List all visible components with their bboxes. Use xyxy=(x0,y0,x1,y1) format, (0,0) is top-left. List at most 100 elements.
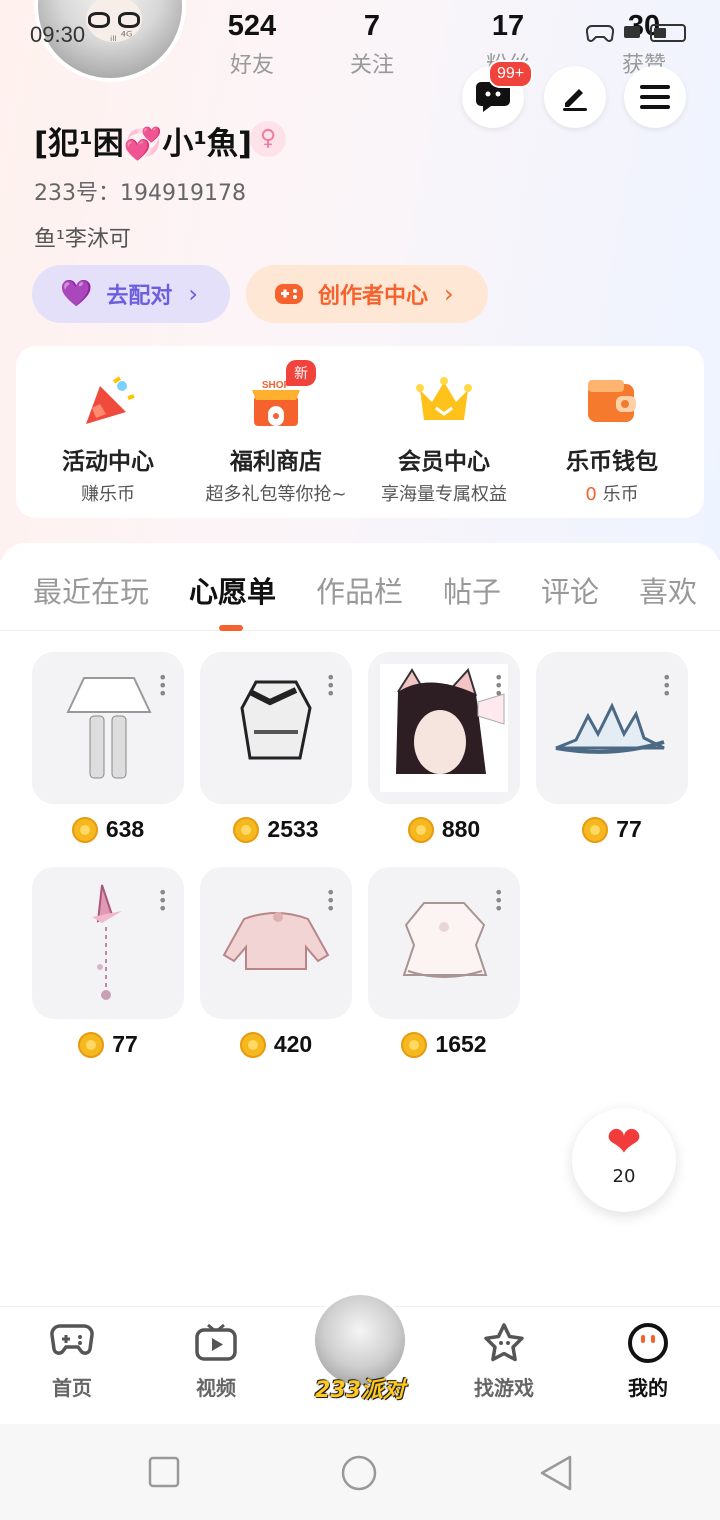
message-count-badge: 99+ xyxy=(488,60,534,88)
entry-activity-center[interactable]: 活动中心 赚乐币 xyxy=(22,346,194,518)
status-bar: 09:30 ᵢₗₗ ⁴ᴳ xyxy=(0,0,720,64)
item-price: 2533 xyxy=(200,816,352,843)
more-options-icon[interactable]: • • • xyxy=(326,670,335,702)
wishlist-item[interactable]: • • • 1652 xyxy=(368,867,520,1058)
wishlist-item[interactable]: • • • 880 xyxy=(368,652,520,843)
like-count: 20 xyxy=(612,1166,636,1187)
party-label[interactable]: 233派对 xyxy=(300,1372,420,1404)
signal-indicator: ᵢₗₗ ⁴ᴳ xyxy=(110,30,133,45)
tab-recent-played[interactable]: 最近在玩 xyxy=(33,569,149,611)
quick-entries-card: 活动中心 赚乐币 SHOP 福利商店 超多礼包等你抢~ 会员中心 享海量专属权益… xyxy=(16,346,704,518)
entry-subtitle: 0 乐币 xyxy=(526,480,698,506)
nav-me[interactable]: 我的 xyxy=(598,1322,698,1401)
more-options-icon[interactable]: • • • xyxy=(494,670,503,702)
system-navigation-bar xyxy=(0,1424,720,1520)
user-id: 233号：194919178 xyxy=(34,181,246,206)
pair-button-label: 去配对 xyxy=(106,284,173,309)
new-badge: 新 xyxy=(286,360,316,386)
tab-wishlist[interactable]: 心愿单 xyxy=(189,569,276,611)
more-options-icon[interactable]: • • • xyxy=(326,885,335,917)
price-value: 77 xyxy=(616,816,642,842)
pencil-icon xyxy=(563,89,587,111)
back-triangle-icon[interactable] xyxy=(538,1454,574,1492)
tab-comments[interactable]: 评论 xyxy=(541,569,599,611)
tab-posts[interactable]: 帖子 xyxy=(443,569,501,611)
coin-icon xyxy=(582,816,609,843)
status-time: 09:30 xyxy=(30,22,86,47)
me-face-icon xyxy=(628,1323,668,1363)
wishlist-item[interactable]: • • • 638 xyxy=(32,652,184,843)
wishlist-item[interactable]: • • • 77 xyxy=(536,652,688,843)
active-tab-indicator xyxy=(219,625,243,631)
entry-welfare-shop[interactable]: SHOP 福利商店 超多礼包等你抢~ xyxy=(190,346,362,518)
entry-title: 活动中心 xyxy=(62,449,154,475)
heart-icon: ❤ xyxy=(606,1117,642,1166)
profile-tabs: 最近在玩 心愿单 作品栏 帖子 评论 喜欢 xyxy=(0,543,720,631)
menu-icon xyxy=(640,85,670,109)
price-value: 420 xyxy=(273,1031,313,1057)
tab-likes[interactable]: 喜欢 xyxy=(639,569,697,611)
item-thumbnail: • • • xyxy=(368,652,520,804)
home-circle-icon[interactable] xyxy=(340,1454,378,1492)
gamepad-icon xyxy=(275,284,303,304)
messages-button[interactable]: 99+ xyxy=(462,60,534,128)
nav-label: 首页 xyxy=(52,1376,92,1400)
item-thumbnail: • • • xyxy=(200,867,352,1019)
price-value: 1652 xyxy=(435,1031,487,1057)
recent-apps-icon[interactable] xyxy=(148,1456,180,1488)
entry-subtitle: 赚乐币 xyxy=(81,484,135,505)
creator-center-button[interactable]: 创作者中心 › xyxy=(246,265,488,323)
wishlist-item[interactable]: • • • 420 xyxy=(200,867,352,1058)
nav-label: 视频 xyxy=(196,1376,236,1400)
entry-subtitle: 享海量专属权益 xyxy=(381,484,507,505)
username: [犯¹困💞小¹魚] xyxy=(34,126,253,162)
item-thumbnail: • • • xyxy=(32,652,184,804)
edit-profile-button[interactable] xyxy=(544,66,606,128)
user-signature: 鱼¹李沐可 xyxy=(34,227,131,252)
tab-works[interactable]: 作品栏 xyxy=(316,569,403,611)
more-options-icon[interactable]: • • • xyxy=(158,885,167,917)
nav-label: 我的 xyxy=(628,1376,668,1400)
coin-icon xyxy=(71,816,98,843)
pair-button[interactable]: 💜 去配对 › xyxy=(32,265,230,323)
item-price: 1652 xyxy=(368,1031,520,1058)
coin-balance: 0 xyxy=(585,484,597,505)
wallet-icon xyxy=(588,380,636,422)
nav-video[interactable]: 视频 xyxy=(166,1322,266,1401)
price-value: 2533 xyxy=(267,816,319,842)
item-thumbnail: • • • xyxy=(200,652,352,804)
like-button[interactable]: ❤ 20 xyxy=(572,1108,676,1212)
party-popper-icon xyxy=(86,376,135,424)
item-price: 880 xyxy=(368,816,520,843)
entry-vip-center[interactable]: 会员中心 享海量专属权益 xyxy=(358,346,530,518)
coin-icon xyxy=(239,1031,266,1058)
wishlist-item[interactable]: • • • 2533 xyxy=(200,652,352,843)
battery-icon xyxy=(650,24,686,42)
more-options-icon[interactable]: • • • xyxy=(494,885,503,917)
entry-title: 福利商店 xyxy=(230,449,322,475)
coin-icon xyxy=(401,1031,428,1058)
tv-play-icon xyxy=(195,1323,237,1361)
item-price: 77 xyxy=(536,816,688,843)
price-value: 638 xyxy=(105,816,145,842)
gamepad-icon xyxy=(50,1324,94,1355)
menu-button[interactable] xyxy=(624,66,686,128)
more-options-icon[interactable]: • • • xyxy=(158,670,167,702)
coin-icon xyxy=(407,816,434,843)
chevron-right-icon: › xyxy=(188,280,198,308)
nav-find-games[interactable]: 找游戏 xyxy=(454,1322,554,1401)
more-options-icon[interactable]: • • • xyxy=(662,670,671,702)
item-thumbnail: • • • xyxy=(368,867,520,1019)
game-controller-status-icon xyxy=(586,25,614,42)
wishlist-item[interactable]: • • • 77 xyxy=(32,867,184,1058)
nav-home[interactable]: 首页 xyxy=(22,1322,122,1401)
female-gender-icon: ♀ xyxy=(250,121,286,157)
crown-icon xyxy=(416,377,472,420)
hearts-icon: 💜 xyxy=(60,279,93,309)
item-price: 420 xyxy=(200,1031,352,1058)
item-price: 77 xyxy=(32,1031,184,1058)
coin-icon xyxy=(233,816,260,843)
star-search-icon xyxy=(484,1323,524,1362)
item-thumbnail: • • • xyxy=(32,867,184,1019)
entry-coin-wallet[interactable]: 乐币钱包 0 乐币 xyxy=(526,346,698,518)
